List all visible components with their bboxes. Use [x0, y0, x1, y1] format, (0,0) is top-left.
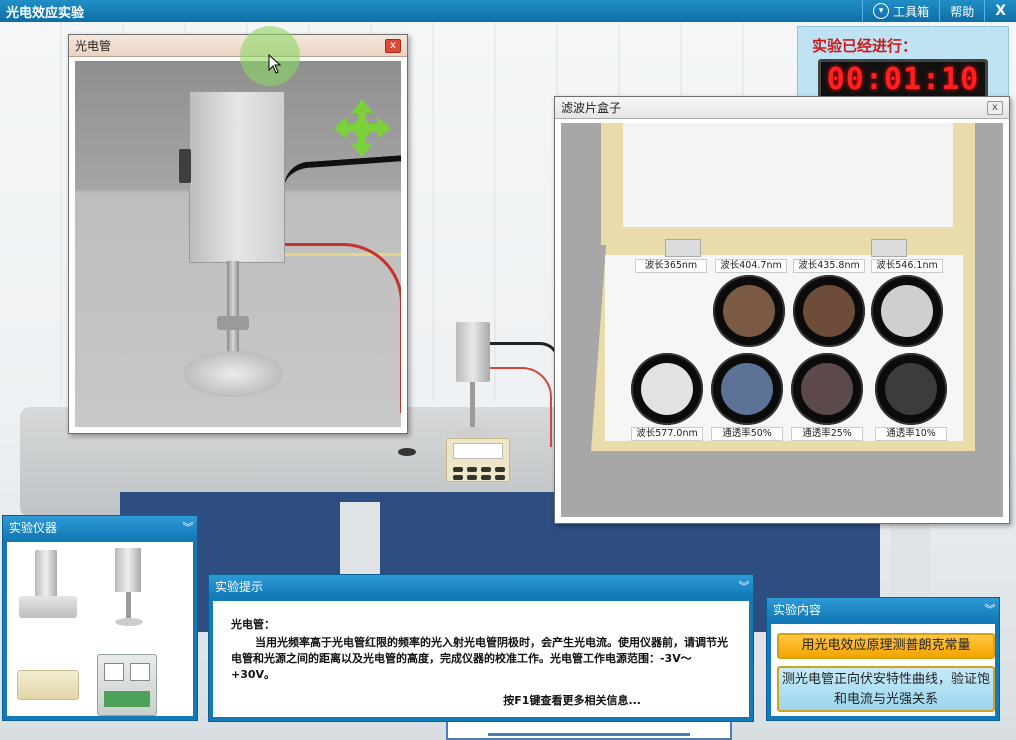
box-hinge: [665, 239, 701, 257]
collapse-icon[interactable]: ︾: [735, 578, 753, 594]
content-item-planck[interactable]: 用光电效应原理测普朗克常量: [777, 633, 995, 659]
black-cable: [282, 154, 401, 190]
move-arrows-icon[interactable]: [333, 99, 391, 157]
bottom-banner: [446, 722, 732, 740]
phototube-housing[interactable]: [189, 91, 285, 263]
box-hinge: [871, 239, 907, 257]
tips-heading: 光电管：: [231, 618, 275, 631]
filter-window-titlebar[interactable]: 滤波片盒子 x: [555, 97, 1009, 119]
tips-panel-header[interactable]: 实验提示 ︾: [209, 575, 753, 597]
filter-label: 通透率10%: [875, 427, 947, 441]
filter-label: 波长577.0nm: [631, 427, 703, 441]
filter-label: 波长404.7nm: [715, 259, 787, 273]
mouse-cursor-icon: [268, 54, 282, 74]
height-clamp[interactable]: [217, 316, 249, 330]
filter-box-window: 滤波片盒子 x 波长365nm 波长404.7nm 波长435.8nm 波长54…: [554, 96, 1010, 524]
desk-cable: [490, 367, 552, 447]
phototube-view[interactable]: [75, 61, 401, 427]
filter-577nm[interactable]: [631, 353, 703, 425]
filter-label: 波长365nm: [635, 259, 707, 273]
filter-transmit-50[interactable]: [711, 353, 783, 425]
filter-window-title: 滤波片盒子: [561, 101, 622, 115]
instrument-filter-box[interactable]: [17, 670, 79, 700]
content-list: 用光电效应原理测普朗克常量 测光电管正向伏安特性曲线，验证饱和电流与光强关系: [771, 624, 995, 716]
app-title: 光电效应实验: [6, 5, 85, 21]
filter-label: 通透率50%: [711, 427, 783, 441]
filter-transmit-25[interactable]: [791, 353, 863, 425]
instruments-panel-title: 实验仪器: [9, 520, 58, 535]
phototube-window-aperture: [179, 149, 191, 183]
instruments-panel: 实验仪器 ︾: [2, 515, 198, 721]
timer-display: 00:01:10: [818, 59, 988, 101]
desk-phototube-pole: [470, 382, 475, 432]
help-button[interactable]: 帮助: [939, 0, 984, 22]
collapse-icon[interactable]: ︾: [179, 519, 197, 535]
close-app-button[interactable]: X: [984, 0, 1016, 22]
filter-546nm[interactable]: [871, 275, 943, 347]
box-lid: [601, 123, 975, 245]
filter-label: 通透率25%: [791, 427, 863, 441]
desk-filter-disk[interactable]: [398, 448, 416, 456]
tips-more-info: 按F1键查看更多相关信息...: [503, 694, 641, 707]
instrument-phototube[interactable]: [111, 548, 147, 628]
tips-panel-title: 实验提示: [215, 579, 264, 594]
red-cable: [283, 243, 401, 413]
content-panel-title: 实验内容: [773, 602, 822, 617]
collapse-icon[interactable]: ︾: [981, 601, 999, 617]
phototube-window-close-button[interactable]: x: [385, 38, 401, 53]
filter-label: 波长546.1nm: [871, 259, 943, 273]
filter-window-close-button[interactable]: x: [987, 100, 1003, 115]
filter-transmit-10[interactable]: [875, 353, 947, 425]
title-bar: 光电效应实验 ▾ 工具箱 帮助 X: [0, 0, 1016, 22]
toolbox-button[interactable]: ▾ 工具箱: [862, 0, 939, 22]
instruments-panel-header[interactable]: 实验仪器 ︾: [3, 516, 197, 538]
instrument-power-supply[interactable]: [97, 654, 157, 716]
tips-body: 光电管： 当用光频率高于光电管红限的频率的光入射光电管阴极时，会产生光电流。使用…: [213, 601, 749, 717]
content-panel-header[interactable]: 实验内容 ︾: [767, 598, 999, 620]
desk-phototube[interactable]: [456, 322, 490, 382]
toolbox-label: 工具箱: [893, 4, 930, 19]
phototube-window-title: 光电管: [75, 39, 112, 53]
filter-435nm[interactable]: [793, 275, 865, 347]
filter-label: 波长435.8nm: [793, 259, 865, 273]
chevron-down-icon: ▾: [873, 3, 890, 19]
filter-404nm[interactable]: [713, 275, 785, 347]
phototube-window-titlebar[interactable]: 光电管 x: [69, 35, 407, 57]
phototube-window: 光电管 x: [68, 34, 408, 434]
content-item-iv-curve[interactable]: 测光电管正向伏安特性曲线，验证饱和电流与光强关系: [777, 666, 995, 712]
tips-panel: 实验提示 ︾ 光电管： 当用光频率高于光电管红限的频率的光入射光电管阴极时，会产…: [208, 574, 754, 722]
desk-power-meter[interactable]: [446, 438, 510, 482]
instrument-light-source[interactable]: [19, 550, 77, 620]
instruments-list: [7, 542, 193, 716]
tips-text: 当用光频率高于光电管红限的频率的光入射光电管阴极时，会产生光电流。使用仪器前，请…: [231, 636, 728, 681]
phototube-base: [183, 351, 283, 397]
timer-label: 实验已经进行：: [812, 37, 918, 55]
filter-box-view: 波长365nm 波长404.7nm 波长435.8nm 波长546.1nm 波长…: [561, 123, 1003, 517]
experiment-content-panel: 实验内容 ︾ 用光电效应原理测普朗克常量 测光电管正向伏安特性曲线，验证饱和电流…: [766, 597, 1000, 721]
